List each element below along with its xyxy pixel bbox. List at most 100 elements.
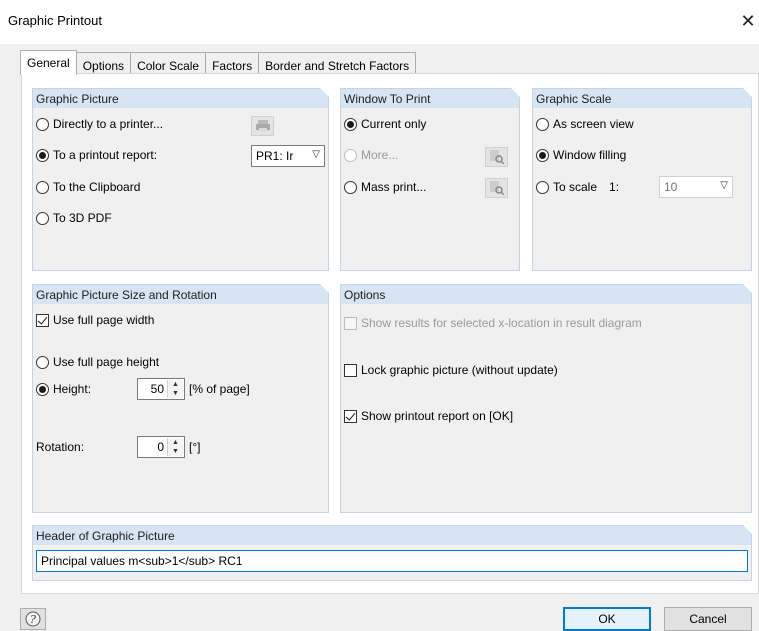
use-full-page-width-option[interactable]: Use full page width	[36, 313, 154, 327]
current-only-option[interactable]: Current only	[344, 117, 426, 131]
general-tab-page: Graphic Picture Directly to a printer...…	[21, 73, 759, 594]
tab-border-stretch-factors[interactable]: Border and Stretch Factors	[258, 52, 417, 74]
window-to-print-title: Window To Print	[341, 88, 520, 108]
header-input[interactable]: Principal values m<sub>1</sub> RC1	[36, 550, 748, 572]
window-to-print-group: Window To Print Current only More... Mas…	[340, 88, 520, 271]
more-option: More...	[344, 148, 398, 162]
mass-print-option[interactable]: Mass print...	[344, 180, 426, 194]
filling-radio[interactable]	[536, 148, 549, 162]
directly-to-printer-option[interactable]: Directly to a printer...	[36, 117, 163, 131]
mass-radio[interactable]	[344, 180, 357, 194]
preview-icon	[485, 147, 508, 167]
rotation-unit: [°]	[189, 440, 201, 454]
full-height-radio[interactable]	[36, 355, 49, 369]
chevron-down-icon: ▽	[720, 180, 728, 191]
show-printout-report-option[interactable]: Show printout report on [OK]	[344, 409, 513, 423]
graphic-picture-group: Graphic Picture Directly to a printer...…	[32, 88, 329, 271]
window-filling-option[interactable]: Window filling	[536, 148, 626, 162]
use-full-page-height-option[interactable]: Use full page height	[36, 355, 159, 369]
lock-label: Lock graphic picture (without update)	[361, 363, 558, 377]
height-stepper[interactable]: 50 ▲ ▼	[137, 378, 185, 400]
rotation-stepper[interactable]: 0 ▲ ▼	[137, 436, 185, 458]
show-results-label: Show results for selected x-location in …	[361, 316, 642, 330]
graphic-scale-title: Graphic Scale	[533, 88, 752, 108]
svg-text:?: ?	[30, 613, 36, 626]
as-screen-view-option[interactable]: As screen view	[536, 117, 634, 131]
show-report-label: Show printout report on [OK]	[361, 409, 514, 423]
cancel-button[interactable]: Cancel	[664, 607, 752, 631]
scale-ratio-prefix: 1:	[609, 180, 620, 194]
graphic-picture-title: Graphic Picture	[33, 88, 329, 108]
screen-label: As screen view	[553, 117, 634, 131]
height-value: 50	[150, 382, 164, 396]
full-width-checkbox[interactable]	[36, 313, 49, 327]
clipboard-label: To the Clipboard	[53, 180, 141, 194]
help-button[interactable]: ?	[20, 608, 46, 630]
scale-select: 10 ▽	[659, 176, 733, 198]
preview-icon[interactable]	[485, 178, 508, 198]
tab-general[interactable]: General	[20, 50, 77, 75]
report-label: To a printout report:	[53, 148, 158, 162]
header-title: Header of Graphic Picture	[33, 525, 752, 545]
clipboard-radio[interactable]	[36, 180, 49, 194]
rotation-value: 0	[157, 440, 164, 454]
spin-down-icon[interactable]: ▼	[168, 389, 183, 398]
rotation-label: Rotation:	[36, 440, 85, 454]
tab-factors[interactable]: Factors	[205, 52, 260, 74]
height-label: Height:	[53, 382, 92, 396]
header-group: Header of Graphic Picture Principal valu…	[32, 525, 752, 581]
ok-button[interactable]: OK	[563, 607, 651, 631]
report-radio[interactable]	[36, 148, 49, 162]
pdf-label: To 3D PDF	[53, 211, 112, 225]
height-spin-arrows[interactable]: ▲ ▼	[167, 380, 183, 398]
to-scale-radio[interactable]	[536, 180, 549, 194]
size-rotation-group: Graphic Picture Size and Rotation Use fu…	[32, 284, 329, 513]
printer-icon[interactable]	[251, 116, 274, 136]
help-icon: ?	[25, 611, 41, 627]
options-title: Options	[341, 284, 752, 304]
tab-color-scale[interactable]: Color Scale	[130, 52, 207, 74]
height-radio[interactable]	[36, 382, 49, 396]
size-rotation-title: Graphic Picture Size and Rotation	[33, 284, 329, 304]
more-label: More...	[361, 148, 399, 162]
rotation-spin-arrows[interactable]: ▲ ▼	[167, 438, 183, 456]
to-printout-report-option[interactable]: To a printout report:	[36, 148, 157, 162]
graphic-scale-group: Graphic Scale As screen view Window fill…	[532, 88, 752, 271]
height-unit: [% of page]	[189, 382, 250, 396]
mass-label: Mass print...	[361, 180, 427, 194]
tab-strip: General Options Color Scale Factors Bord…	[20, 50, 417, 75]
dialog-body: General Options Color Scale Factors Bord…	[0, 44, 759, 631]
window-title: Graphic Printout	[8, 13, 102, 28]
directly-radio[interactable]	[36, 117, 49, 131]
full-height-label: Use full page height	[53, 355, 160, 369]
more-radio	[344, 148, 357, 162]
spin-up-icon[interactable]: ▲	[168, 438, 183, 447]
chevron-down-icon: ▽	[312, 149, 320, 160]
to-3d-pdf-option[interactable]: To 3D PDF	[36, 211, 112, 225]
scale-value: 10	[664, 180, 678, 194]
full-width-label: Use full page width	[53, 313, 155, 327]
screen-radio[interactable]	[536, 117, 549, 131]
show-results-checkbox	[344, 317, 357, 330]
spin-down-icon[interactable]: ▼	[168, 447, 183, 456]
tab-options[interactable]: Options	[75, 52, 132, 74]
lock-picture-option[interactable]: Lock graphic picture (without update)	[344, 363, 558, 377]
report-select-value: PR1: Ir	[256, 149, 294, 163]
title-bar: Graphic Printout ✕	[0, 0, 759, 44]
show-report-checkbox[interactable]	[344, 409, 357, 423]
filling-label: Window filling	[553, 148, 627, 162]
lock-checkbox[interactable]	[344, 363, 357, 377]
to-scale-label: To scale	[553, 180, 598, 194]
close-icon[interactable]: ✕	[737, 10, 759, 32]
options-group: Options Show results for selected x-loca…	[340, 284, 752, 513]
pdf-radio[interactable]	[36, 211, 49, 225]
to-scale-option[interactable]: To scale 1:	[536, 180, 619, 194]
current-radio[interactable]	[344, 117, 357, 131]
directly-label: Directly to a printer...	[53, 117, 164, 131]
spin-up-icon[interactable]: ▲	[168, 380, 183, 389]
report-select[interactable]: PR1: Ir ▽	[251, 145, 325, 167]
height-option[interactable]: Height:	[36, 382, 91, 396]
to-clipboard-option[interactable]: To the Clipboard	[36, 180, 140, 194]
show-results-option: Show results for selected x-location in …	[344, 316, 644, 330]
current-label: Current only	[361, 117, 427, 131]
